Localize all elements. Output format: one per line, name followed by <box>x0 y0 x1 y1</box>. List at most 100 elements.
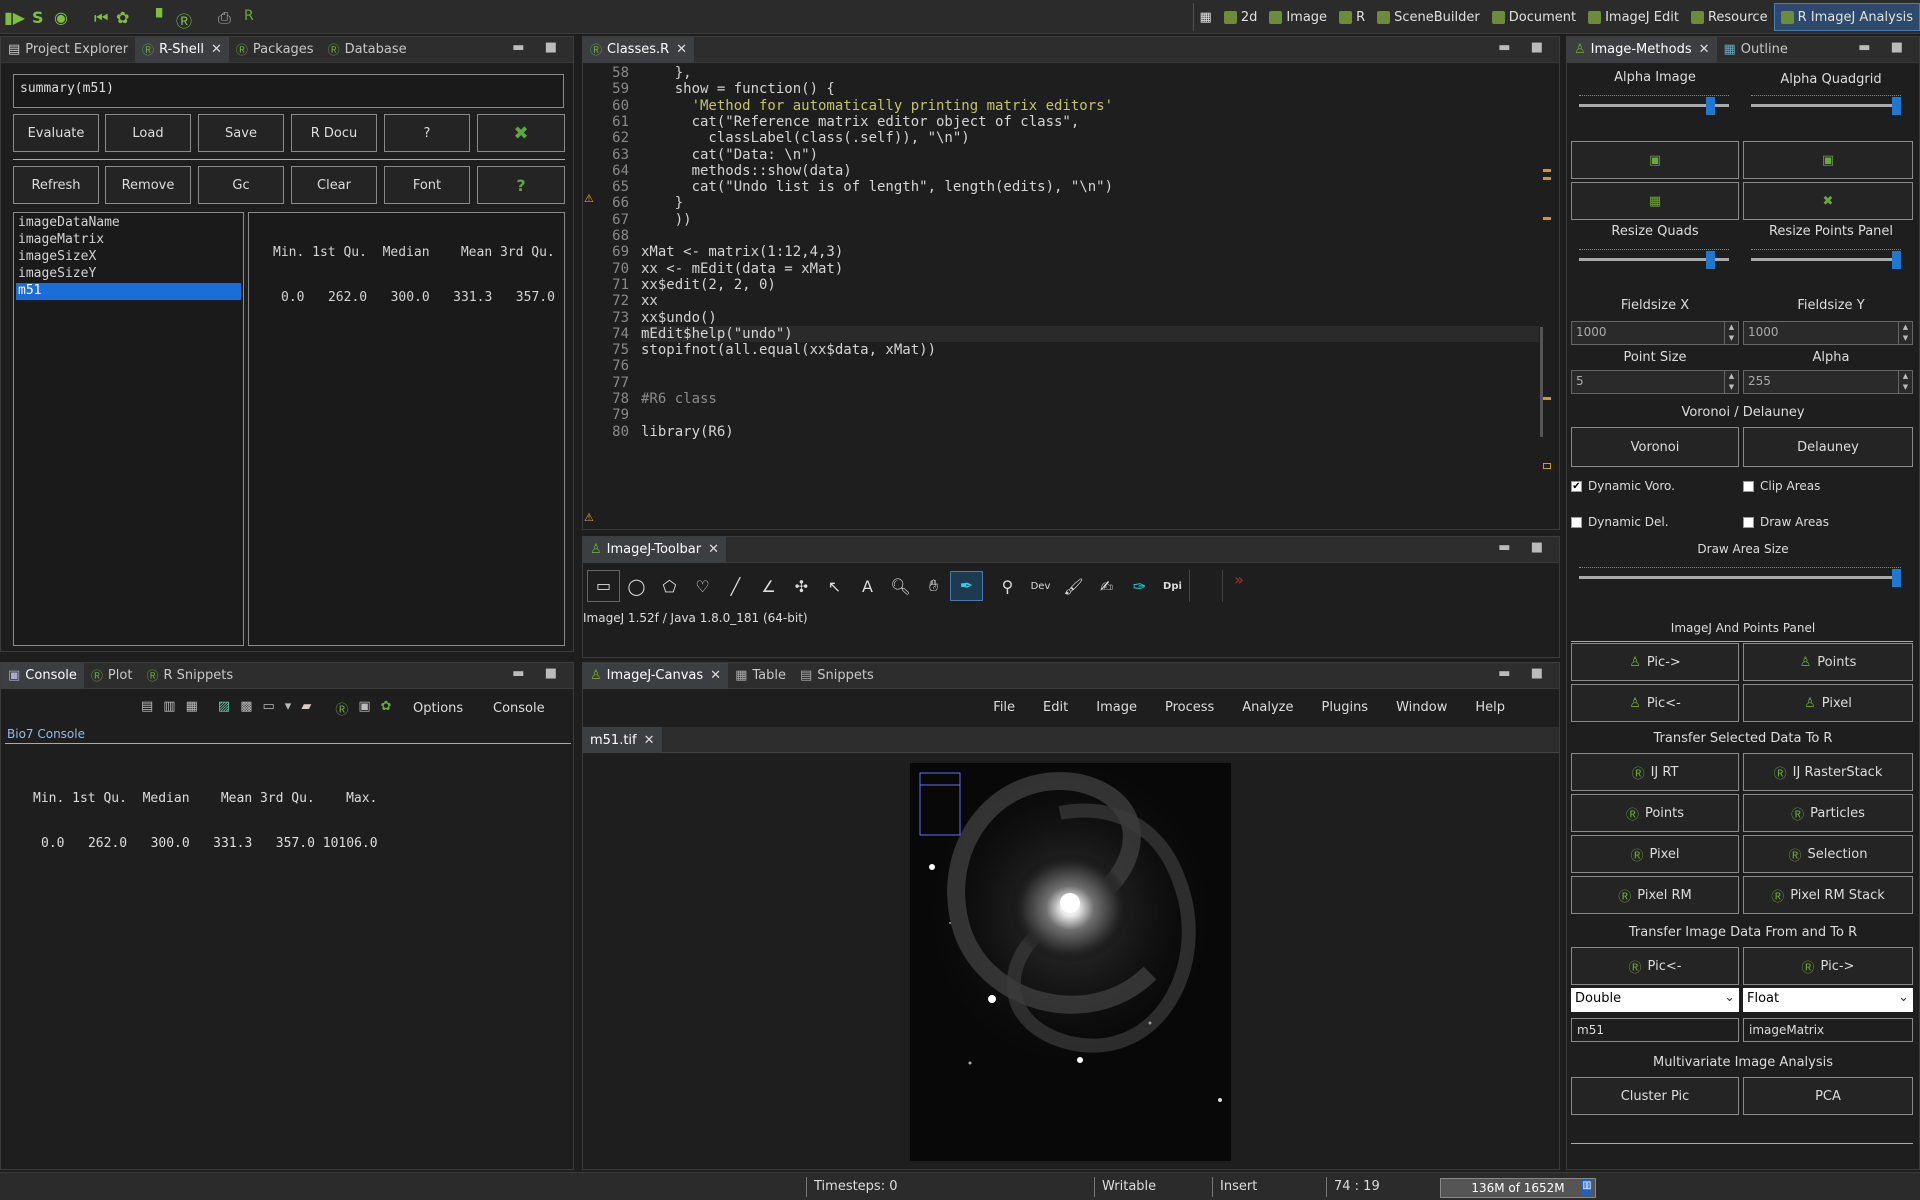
perspective-resource[interactable]: Resource <box>1685 3 1774 31</box>
brush-tool-icon[interactable]: 🖌︎ <box>1057 577 1090 596</box>
close-icon[interactable]: ✕ <box>644 733 655 748</box>
pipette-tool-icon[interactable]: ✑ <box>1123 577 1156 596</box>
code-line[interactable]: xx$undo() <box>641 310 717 326</box>
menu-process[interactable]: Process <box>1151 700 1228 715</box>
pixel-button[interactable]: ♙ Pixel <box>1743 684 1913 722</box>
dpi-tool-icon[interactable]: Dpi <box>1156 581 1189 592</box>
magnifier-tool-icon[interactable]: 🔍︎ <box>884 577 917 596</box>
object-list[interactable]: imageDataName imageMatrix imageSizeX ima… <box>13 212 244 646</box>
ij-rt-button[interactable]: Ⓡ IJ RT <box>1571 753 1739 791</box>
code-line[interactable]: methods::show(data) <box>641 163 852 179</box>
resize-points-slider[interactable] <box>1751 249 1901 269</box>
point-size-spinner[interactable]: 5 ▲ ▼ <box>1571 370 1739 394</box>
tab-imagej-toolbar[interactable]: ♙ ImageJ-Toolbar ✕ <box>583 536 726 563</box>
draw-area-size-slider[interactable] <box>1579 567 1901 587</box>
resize-quads-slider[interactable] <box>1579 249 1729 269</box>
text-tool-icon[interactable]: A <box>851 577 884 596</box>
perspective-scenebuilder[interactable]: SceneBuilder <box>1371 3 1486 31</box>
r-icon[interactable]: Ⓡ <box>335 699 348 718</box>
code-line[interactable]: xx$edit(2, 2, 0) <box>641 277 776 293</box>
code-line[interactable]: xx <- mEdit(data = xMat) <box>641 261 843 277</box>
remove-button[interactable]: Remove <box>105 166 191 204</box>
selection-button[interactable]: Ⓡ Selection <box>1743 835 1913 873</box>
tab-snippets[interactable]: ▤ Snippets <box>793 663 881 689</box>
print-icon[interactable]: ⎙ <box>218 8 231 28</box>
point-tool-icon[interactable]: ✣ <box>785 577 818 596</box>
list-item[interactable]: imageDataName <box>16 215 241 232</box>
code-line[interactable]: show = function() { <box>641 81 835 97</box>
close-icon[interactable]: ✕ <box>708 542 719 557</box>
dynamic-del-checkbox[interactable]: Dynamic Del. <box>1571 515 1669 529</box>
color-picker-tool-icon[interactable]: ✒ <box>950 571 983 601</box>
freehand-tool-icon[interactable]: ♡ <box>686 577 719 596</box>
minimize-maximize-icon[interactable]: ▬ ■ <box>512 666 565 681</box>
interrupt-icon[interactable]: ⏮ <box>94 8 108 28</box>
help-question-button[interactable]: ? <box>477 166 565 204</box>
tab-r-shell[interactable]: Ⓡ R-Shell ✕ <box>135 36 229 63</box>
more-tools-icon[interactable]: » <box>1222 570 1255 602</box>
code-line[interactable]: }, <box>641 65 692 81</box>
trash-icon[interactable]: ▥ <box>1582 1180 1592 1196</box>
delauney-button[interactable]: Delauney <box>1743 427 1913 467</box>
line-tool-icon[interactable]: ╱ <box>719 577 752 596</box>
tab-outline[interactable]: ▦ Outline <box>1717 37 1795 63</box>
close-icon[interactable]: ✕ <box>710 668 721 683</box>
spinner-arrows-icon[interactable]: ▲ ▼ <box>1724 371 1738 393</box>
grid-button[interactable]: ▦ <box>1571 182 1739 220</box>
voronoi-button[interactable]: Voronoi <box>1571 427 1739 467</box>
shell-icon[interactable]: ▣ <box>358 699 370 718</box>
code-line[interactable]: #R6 class <box>641 391 717 407</box>
spinner-arrows-icon[interactable]: ▲ ▼ <box>1898 371 1912 393</box>
load-button[interactable]: Load <box>105 114 191 152</box>
perspective-2d[interactable]: 2d <box>1218 3 1264 31</box>
pixel-rm-stack-button[interactable]: Ⓡ Pixel RM Stack <box>1743 876 1913 914</box>
alpha-quadgrid-slider[interactable] <box>1751 95 1901 115</box>
perspective-image[interactable]: Image <box>1263 3 1333 31</box>
code-line[interactable]: xMat <- matrix(1:12,4,3) <box>641 244 843 260</box>
help-button[interactable]: ? <box>384 114 470 152</box>
code-line[interactable]: classLabel(class(.self)), "\n") <box>641 130 969 146</box>
folder-icon[interactable]: ▰ <box>301 699 311 718</box>
save-button[interactable]: Save <box>198 114 284 152</box>
code-line[interactable]: mEdit$help("undo") <box>641 325 1539 342</box>
terminal-icon[interactable]: ▩ <box>240 699 252 718</box>
display-icon[interactable]: ▭ <box>262 699 274 718</box>
oval-tool-icon[interactable]: ◯ <box>620 577 653 596</box>
points-button[interactable]: ♙ Points <box>1743 643 1913 681</box>
tab-packages[interactable]: Ⓡ Packages <box>229 37 321 63</box>
menu-plugins[interactable]: Plugins <box>1308 700 1383 715</box>
rectangle-tool-icon[interactable]: ▭ <box>587 570 620 602</box>
spinner-arrows-icon[interactable]: ▲ ▼ <box>1724 322 1738 344</box>
variable-name-left-field[interactable]: m51 <box>1571 1018 1739 1042</box>
cluster-pic-button[interactable]: Cluster Pic <box>1571 1077 1739 1115</box>
list-item[interactable]: imageSizeY <box>16 266 241 283</box>
tab-m51-tif[interactable]: m51.tif ✕ <box>583 727 662 753</box>
new-file-icon[interactable]: ▘ <box>156 8 168 27</box>
r-docu-button[interactable]: R Docu <box>291 114 377 152</box>
tab-r-snippets[interactable]: Ⓡ R Snippets <box>139 663 240 689</box>
menu-file[interactable]: File <box>979 700 1029 715</box>
pic-to-r-button[interactable]: Ⓡ Pic-> <box>1743 947 1913 985</box>
data-type-left-select[interactable]: Double ⌄ <box>1571 988 1739 1012</box>
pca-button[interactable]: PCA <box>1743 1077 1913 1115</box>
minimize-maximize-icon[interactable]: ▬ ■ <box>512 40 565 55</box>
add-quad-button[interactable]: ▣ <box>1743 141 1913 179</box>
dev-tool-icon[interactable]: Dev <box>1024 581 1057 592</box>
paste-icon[interactable]: ▥ <box>163 699 175 718</box>
menu-window[interactable]: Window <box>1382 700 1461 715</box>
r-command-input[interactable]: summary(m51) <box>13 74 564 108</box>
perspective-document[interactable]: Document <box>1486 3 1582 31</box>
stop-icon[interactable]: ◉ <box>54 8 68 27</box>
zoom-tool-icon[interactable]: ⚲ <box>991 577 1024 596</box>
open-perspective-icon[interactable]: ▦ <box>1192 3 1218 31</box>
alpha-spinner[interactable]: 255 ▲ ▼ <box>1743 370 1913 394</box>
list-item[interactable]: imageSizeX <box>16 249 241 266</box>
python-icon[interactable]: ✿ <box>381 699 392 718</box>
code-line[interactable]: )) <box>641 212 692 228</box>
tab-classes-r[interactable]: Ⓡ Classes.R ✕ <box>583 36 695 63</box>
draw-areas-checkbox[interactable]: Draw Areas <box>1743 515 1829 529</box>
bio7-console-link[interactable]: Bio7 Console <box>7 727 85 741</box>
spinner-arrows-icon[interactable]: ▲ ▼ <box>1898 322 1912 344</box>
font-button[interactable]: Font <box>384 166 470 204</box>
list-item-selected[interactable]: m51 <box>16 283 241 300</box>
